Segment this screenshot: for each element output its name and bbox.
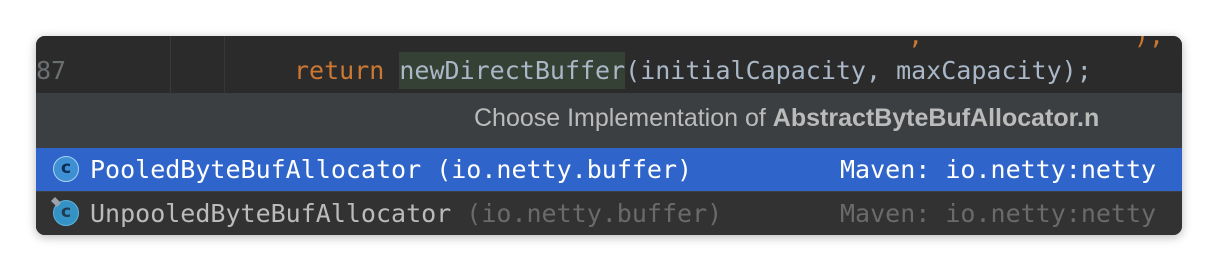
ide-window: , ); 87 return newDirectBuffer(initialCa… xyxy=(36,36,1182,235)
popup-title-prefix: Choose Implementation of xyxy=(474,104,773,132)
method-arguments: (initialCapacity, maxCapacity); xyxy=(625,56,1092,85)
gutter-separator xyxy=(170,36,171,93)
item-package: (io.netty.buffer) xyxy=(436,155,693,184)
item-module: Maven: io.netty:netty xyxy=(840,199,1157,228)
item-label: UnpooledByteBufAllocator (io.netty.buffe… xyxy=(90,192,722,235)
indent-guide xyxy=(224,36,225,93)
method-call-newDirectBuffer[interactable]: newDirectBuffer xyxy=(399,52,626,89)
choose-implementation-popup: Choose Implementation of AbstractByteBuf… xyxy=(36,93,1182,235)
code-line-partial: , ); xyxy=(291,36,1164,50)
popup-title-target: AbstractByteBufAllocator.n xyxy=(772,104,1100,132)
implementation-item-pooled[interactable]: PooledByteBufAllocator (io.netty.buffer)… xyxy=(36,148,1182,191)
line-number: 87 xyxy=(36,56,67,85)
keyword-return: return xyxy=(294,56,385,85)
implementation-item-unpooled[interactable]: UnpooledByteBufAllocator (io.netty.buffe… xyxy=(36,192,1182,235)
item-package: (io.netty.buffer) xyxy=(466,199,723,228)
library-overlay-icon xyxy=(51,197,61,207)
class-icon xyxy=(53,156,79,182)
item-class-name: UnpooledByteBufAllocator xyxy=(90,199,452,228)
code-line-87[interactable]: return newDirectBuffer(initialCapacity, … xyxy=(294,52,1092,89)
popup-title: Choose Implementation of AbstractByteBuf… xyxy=(474,103,1099,133)
item-label: PooledByteBufAllocator (io.netty.buffer) xyxy=(90,148,692,191)
library-class-icon xyxy=(51,197,79,226)
code-editor[interactable]: , ); 87 return newDirectBuffer(initialCa… xyxy=(36,36,1182,93)
item-module: Maven: io.netty:netty xyxy=(840,155,1157,184)
item-class-name: PooledByteBufAllocator xyxy=(90,155,422,184)
popup-header: Choose Implementation of AbstractByteBuf… xyxy=(36,93,1182,145)
